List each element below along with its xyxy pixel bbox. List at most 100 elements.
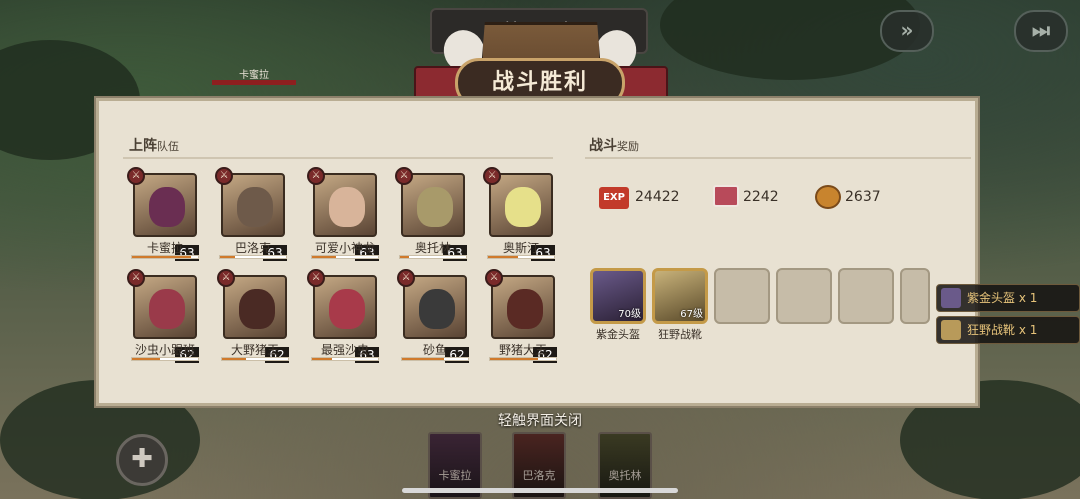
hero-name: 奥斯汀 — [502, 241, 539, 255]
hero-name: 大野猪王 — [230, 343, 279, 357]
hero-face — [419, 289, 455, 329]
hero-hp-bar — [311, 357, 379, 361]
hero-name: 可爱小神龙 — [314, 241, 375, 255]
exp-icon-label: EXP — [603, 192, 625, 203]
book-value: 2242 — [743, 189, 779, 205]
item-level: 67级 — [680, 309, 703, 320]
reward-item-helmet[interactable]: 70级 — [590, 268, 646, 324]
hero-hp-fill — [402, 358, 444, 360]
reward-section-title: 战斗奖励 — [589, 135, 639, 155]
hero-portrait — [223, 275, 287, 339]
hero-hp-bar — [487, 255, 555, 259]
item-name: 狂野战靴 — [658, 328, 702, 341]
toast-text: 狂野战靴 x 1 — [967, 323, 1038, 337]
bottom-hero-name: 巴洛克 — [522, 469, 556, 482]
team-title: 上阵 — [129, 138, 157, 154]
item-toast: 紫金头盔 x 1 — [936, 284, 1080, 312]
hero-face — [507, 289, 543, 329]
hero-name: 砂鱼 — [422, 343, 447, 357]
gold-value: 2637 — [845, 189, 881, 205]
sword-icon: ⚔ — [307, 269, 325, 287]
enemy-hp-bar — [212, 80, 296, 85]
hero-hp-bar — [219, 255, 287, 259]
hero-card[interactable]: ⚔ 63 奥斯汀 — [483, 167, 557, 263]
sword-icon: ⚔ — [483, 167, 501, 185]
dpad-button[interactable]: ✚ — [116, 434, 168, 486]
hero-face — [329, 289, 365, 329]
hero-portrait — [491, 275, 555, 339]
hero-name: 最强沙虫 — [320, 343, 369, 357]
hero-card[interactable]: ⚔ 62 大野猪王 — [217, 269, 291, 365]
hero-face — [237, 187, 273, 227]
hero-portrait — [489, 173, 553, 237]
hero-face — [149, 187, 185, 227]
hero-hp-fill — [490, 358, 538, 360]
hero-hp-fill — [312, 256, 336, 258]
sword-icon: ⚔ — [485, 269, 503, 287]
hero-face — [505, 187, 541, 227]
bottom-hero-name: 卡蜜拉 — [438, 469, 472, 482]
sword-icon: ⚔ — [307, 167, 325, 185]
sword-icon: ⚔ — [127, 269, 145, 287]
hero-portrait — [221, 173, 285, 237]
hero-hp-bar — [489, 357, 557, 361]
hero-portrait — [313, 275, 377, 339]
hero-hp-fill — [132, 358, 160, 360]
team-divider — [123, 157, 553, 159]
reward-item-boots[interactable]: 67级 — [652, 268, 708, 324]
hero-card[interactable]: ⚔ 62 沙虫小跟班 — [127, 269, 201, 365]
hero-card[interactable]: ⚔ 63 巴洛克 — [215, 167, 289, 263]
sword-icon: ⚔ — [395, 167, 413, 185]
result-panel[interactable]: 上阵队伍 战斗奖励 ⚔ 63 卡蜜拉 ⚔ 63 巴洛克 ⚔ 63 可爱小神龙 ⚔… — [96, 98, 978, 406]
sword-icon: ⚔ — [397, 269, 415, 287]
hero-face — [417, 187, 453, 227]
reward-divider — [585, 157, 971, 159]
empty-item-slot — [900, 268, 930, 324]
hero-portrait — [313, 173, 377, 237]
hero-card[interactable]: ⚔ 63 奥托林 — [395, 167, 469, 263]
empty-item-slot — [838, 268, 894, 324]
home-indicator[interactable] — [402, 488, 678, 493]
hero-face — [239, 289, 275, 329]
close-hint[interactable]: 轻触界面关闭 — [440, 410, 640, 430]
hero-face — [149, 289, 185, 329]
item-toast: 狂野战靴 x 1 — [936, 316, 1080, 344]
sword-icon: ⚔ — [127, 167, 145, 185]
hero-hp-fill — [132, 256, 192, 258]
hero-hp-fill — [222, 358, 246, 360]
hero-card[interactable]: ⚔ 63 最强沙虫 — [307, 269, 381, 365]
reward-title-suffix: 奖励 — [617, 140, 639, 153]
empty-item-slot — [714, 268, 770, 324]
sword-icon: ⚔ — [217, 269, 235, 287]
hero-portrait — [133, 275, 197, 339]
hero-hp-bar — [131, 255, 199, 259]
hero-hp-fill — [312, 358, 332, 360]
hero-hp-bar — [221, 357, 289, 361]
hero-name: 野猪大王 — [498, 343, 547, 357]
hero-hp-fill — [220, 256, 235, 258]
hero-card[interactable]: ⚔ 62 砂鱼 — [397, 269, 471, 365]
hero-card[interactable]: ⚔ 62 野猪大王 — [485, 269, 559, 365]
exp-value: 24422 — [635, 189, 680, 205]
hero-name: 奥托林 — [414, 241, 451, 255]
item-level: 70级 — [618, 309, 641, 320]
sword-icon: ⚔ — [215, 167, 233, 185]
fast-forward-button[interactable]: » — [880, 10, 934, 52]
boots-icon — [941, 320, 961, 340]
hero-portrait — [403, 275, 467, 339]
skip-button[interactable]: ⏭ — [1014, 10, 1068, 52]
reward-title: 战斗 — [589, 138, 617, 154]
hero-name: 巴洛克 — [234, 241, 271, 255]
hero-hp-bar — [131, 357, 199, 361]
hero-card[interactable]: ⚔ 63 可爱小神龙 — [307, 167, 381, 263]
book-icon — [713, 185, 739, 207]
exp-icon: EXP — [599, 187, 629, 209]
bottom-hero-name: 奥托林 — [608, 469, 642, 482]
toast-text: 紫金头盔 x 1 — [967, 291, 1038, 305]
hero-portrait — [401, 173, 465, 237]
hero-card[interactable]: ⚔ 63 卡蜜拉 — [127, 167, 201, 263]
hero-hp-bar — [311, 255, 379, 259]
hero-hp-fill — [488, 256, 519, 258]
hero-name: 卡蜜拉 — [146, 241, 183, 255]
team-section-title: 上阵队伍 — [129, 135, 179, 155]
